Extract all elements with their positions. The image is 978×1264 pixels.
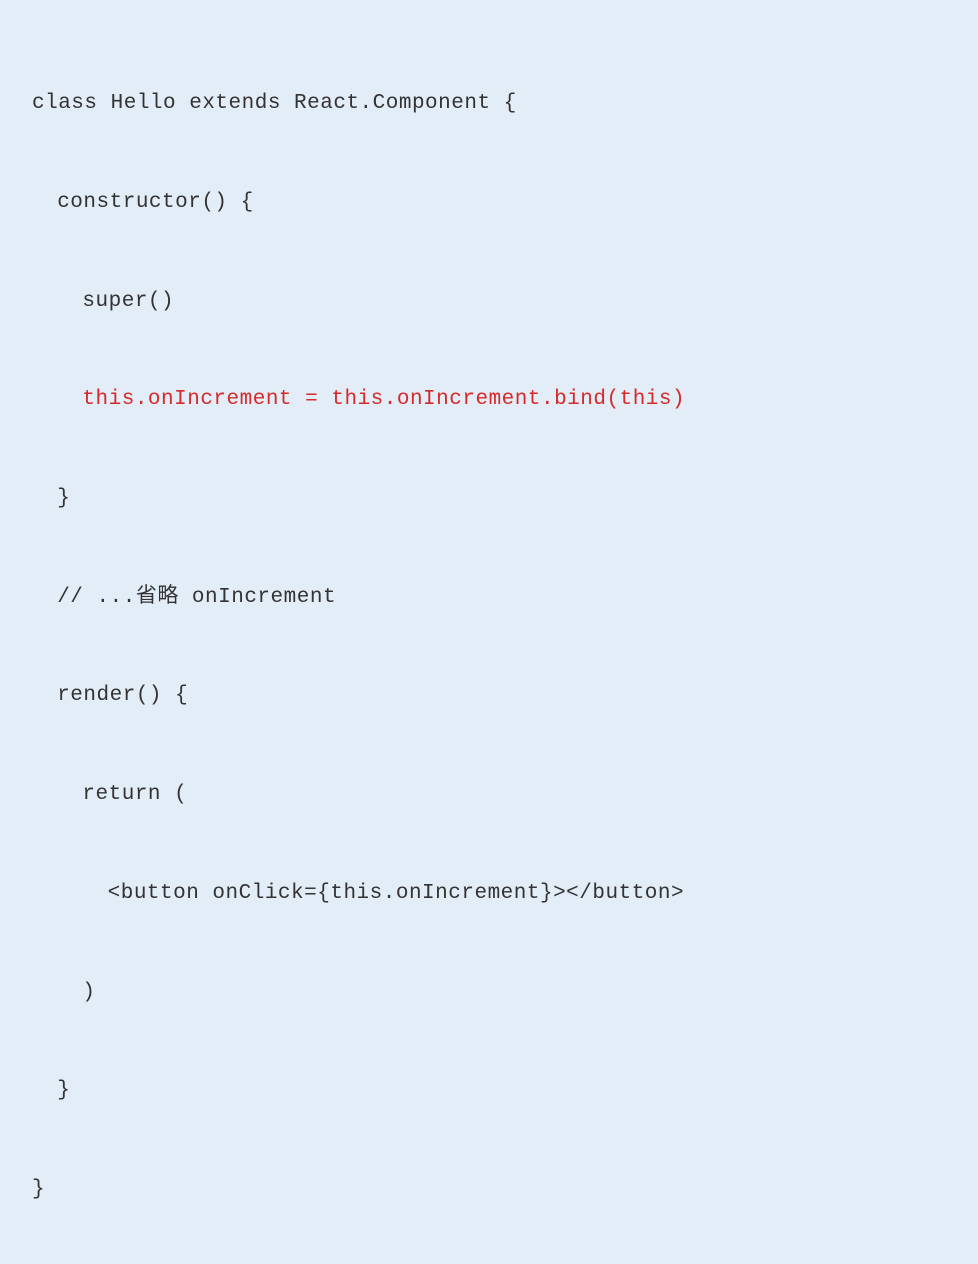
code-line: } xyxy=(32,1165,946,1214)
code-block: class Hello extends React.Component { co… xyxy=(32,30,946,1264)
code-line-comment: // ...省略 onIncrement xyxy=(32,573,946,622)
code-line: <button onClick={this.onIncrement}></but… xyxy=(32,869,946,918)
code-line: return ( xyxy=(32,770,946,819)
code-line: super() xyxy=(32,277,946,326)
code-line: constructor() { xyxy=(32,178,946,227)
code-line: ) xyxy=(32,968,946,1017)
code-line: } xyxy=(32,1066,946,1115)
code-line: render() { xyxy=(32,671,946,720)
code-line: class Hello extends React.Component { xyxy=(32,79,946,128)
code-line: } xyxy=(32,474,946,523)
code-line-highlight: this.onIncrement = this.onIncrement.bind… xyxy=(32,375,946,424)
